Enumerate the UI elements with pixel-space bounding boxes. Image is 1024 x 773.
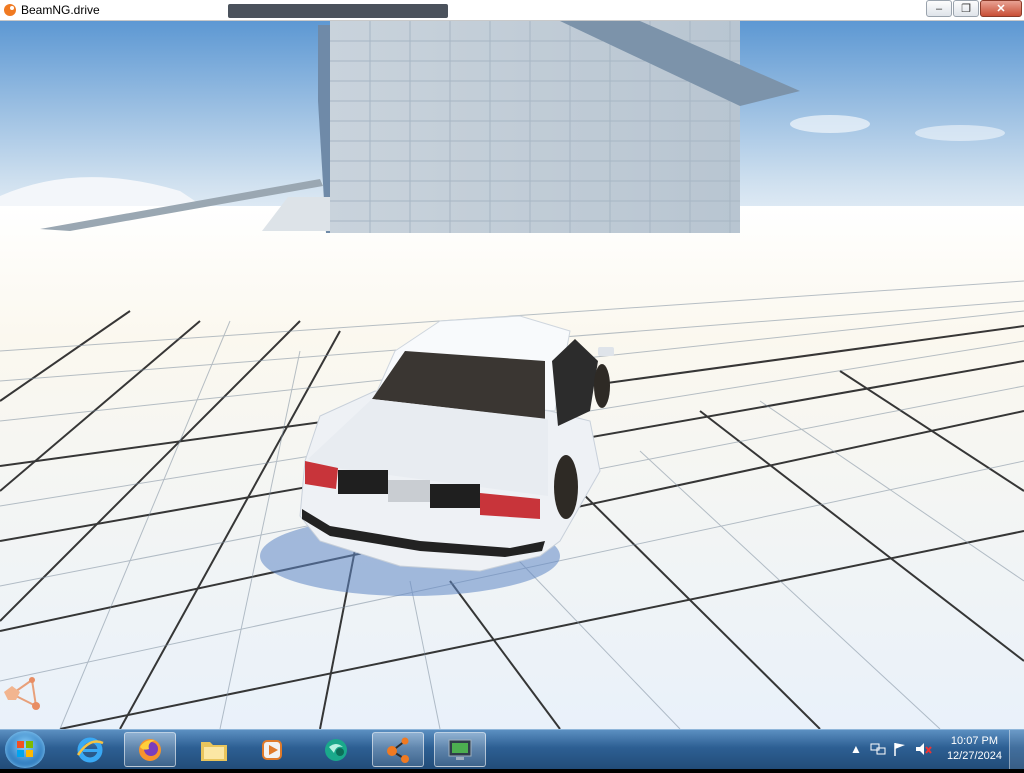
taskbar-remote-desktop[interactable] xyxy=(434,732,486,767)
redacted-area xyxy=(228,4,448,18)
start-button[interactable] xyxy=(5,731,45,768)
volume-muted-icon[interactable] xyxy=(914,741,932,757)
windows-logo-icon xyxy=(17,741,33,757)
ie-icon xyxy=(76,737,104,762)
clock[interactable]: 10:07 PM 12/27/2024 xyxy=(947,734,1002,764)
beamng-icon xyxy=(387,737,409,763)
cloud xyxy=(790,115,870,133)
taskbar-beamng[interactable] xyxy=(372,732,424,767)
mirror xyxy=(598,347,614,356)
scene-render xyxy=(0,21,1024,729)
rear-panel-right xyxy=(430,484,480,508)
taskbar-explorer[interactable] xyxy=(188,732,240,767)
taskbar-green-app[interactable] xyxy=(310,732,362,767)
window-controls: ‒ ❐ ✕ xyxy=(925,0,1022,18)
green-globe-icon xyxy=(325,738,347,761)
rear-wheel xyxy=(554,455,578,519)
front-wheel xyxy=(594,364,610,408)
action-center-flag-icon[interactable] xyxy=(892,741,908,757)
show-hidden-icons-icon[interactable]: ▲ xyxy=(850,742,862,756)
license-plate xyxy=(388,480,430,502)
taskbar-media-player[interactable] xyxy=(246,732,298,767)
beamng-app-icon xyxy=(4,4,16,16)
game-viewport[interactable] xyxy=(0,21,1024,729)
taskbar-ie[interactable] xyxy=(64,732,116,767)
maximize-button[interactable]: ❐ xyxy=(953,0,979,17)
firefox-icon xyxy=(139,738,161,761)
monitor-icon xyxy=(448,739,472,760)
folder-icon xyxy=(201,741,227,761)
system-tray: ▲ 10:07 PM 12/27/2024 xyxy=(834,730,1024,769)
taskbar-firefox[interactable] xyxy=(124,732,176,767)
cloud xyxy=(915,125,1005,141)
close-button[interactable]: ✕ xyxy=(980,0,1022,17)
navigation-gizmo-icon[interactable] xyxy=(0,672,44,716)
media-icon xyxy=(262,739,282,760)
clock-time: 10:07 PM xyxy=(950,735,999,747)
show-desktop-button[interactable] xyxy=(1009,730,1024,769)
window-title: BeamNG.drive xyxy=(21,3,100,17)
network-icon[interactable] xyxy=(870,741,886,757)
taskbar: ▲ 10:07 PM 12/27/2024 xyxy=(0,729,1024,769)
rear-panel-left xyxy=(338,470,388,494)
title-bar: BeamNG.drive ‒ ❐ ✕ xyxy=(0,0,1024,21)
clock-date: 12/27/2024 xyxy=(946,750,1002,762)
minimize-button[interactable]: ‒ xyxy=(926,0,952,17)
